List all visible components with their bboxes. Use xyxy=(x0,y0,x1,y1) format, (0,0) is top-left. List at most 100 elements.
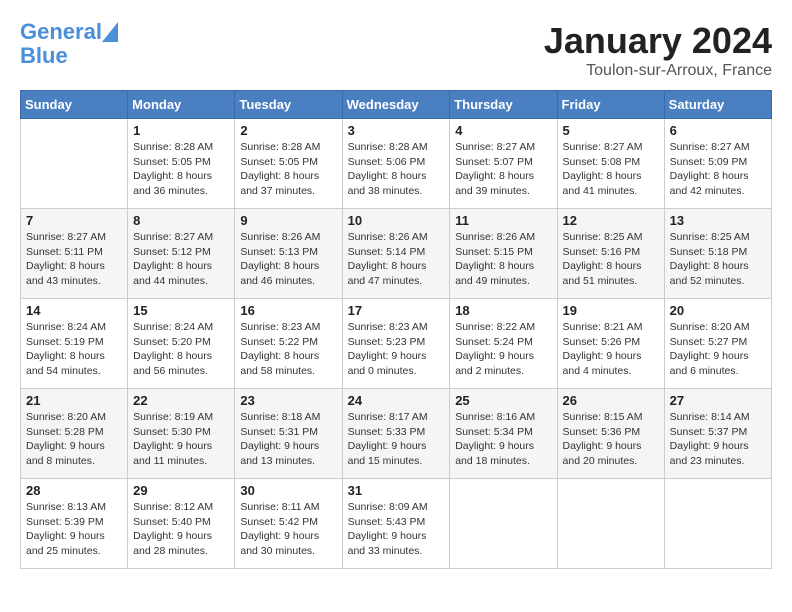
weekday-header-sunday: Sunday xyxy=(21,91,128,119)
calendar-cell: 21Sunrise: 8:20 AM Sunset: 5:28 PM Dayli… xyxy=(21,389,128,479)
day-number: 31 xyxy=(348,483,445,498)
calendar-cell: 5 Sunrise: 8:27 AM Sunset: 5:08 PM Daylig… xyxy=(557,119,664,209)
day-number: 25 xyxy=(455,393,551,408)
day-info: Sunrise: 8:26 AM Sunset: 5:15 PM Dayligh… xyxy=(455,230,551,289)
day-info: Sunrise: 8:24 AM Sunset: 5:19 PM Dayligh… xyxy=(26,320,122,379)
day-number: 13 xyxy=(670,213,766,228)
day-info: Sunrise: 8:20 AM Sunset: 5:27 PM Dayligh… xyxy=(670,320,766,379)
day-info: Sunrise: 8:15 AM Sunset: 5:36 PM Dayligh… xyxy=(563,410,659,469)
day-info: Sunrise: 8:13 AM Sunset: 5:39 PM Dayligh… xyxy=(26,500,122,559)
day-info: Sunrise: 8:28 AM Sunset: 5:05 PM Dayligh… xyxy=(133,140,229,199)
calendar-cell: 11Sunrise: 8:26 AM Sunset: 5:15 PM Dayli… xyxy=(450,209,557,299)
weekday-header-thursday: Thursday xyxy=(450,91,557,119)
week-row-4: 21Sunrise: 8:20 AM Sunset: 5:28 PM Dayli… xyxy=(21,389,772,479)
day-number: 1 xyxy=(133,123,229,138)
calendar-cell: 12 Sunrise: 8:25 AM Sunset: 5:16 PM Dayli… xyxy=(557,209,664,299)
day-info: Sunrise: 8:19 AM Sunset: 5:30 PM Dayligh… xyxy=(133,410,229,469)
calendar-cell: 31 Sunrise: 8:09 AM Sunset: 5:43 PM Dayli… xyxy=(342,479,450,569)
day-info: Sunrise: 8:27 AM Sunset: 5:12 PM Dayligh… xyxy=(133,230,229,289)
header: General Blue January 2024 Toulon-sur-Arr… xyxy=(20,20,772,80)
weekday-header-friday: Friday xyxy=(557,91,664,119)
day-number: 14 xyxy=(26,303,122,318)
calendar-cell: 2 Sunrise: 8:28 AM Sunset: 5:05 PM Daylig… xyxy=(235,119,342,209)
day-number: 4 xyxy=(455,123,551,138)
week-row-1: 1 Sunrise: 8:28 AM Sunset: 5:05 PM Daylig… xyxy=(21,119,772,209)
day-info: Sunrise: 8:14 AM Sunset: 5:37 PM Dayligh… xyxy=(670,410,766,469)
day-number: 23 xyxy=(240,393,336,408)
calendar-cell: 4 Sunrise: 8:27 AM Sunset: 5:07 PM Daylig… xyxy=(450,119,557,209)
calendar-cell xyxy=(21,119,128,209)
week-row-5: 28 Sunrise: 8:13 AM Sunset: 5:39 PM Dayli… xyxy=(21,479,772,569)
day-info: Sunrise: 8:23 AM Sunset: 5:23 PM Dayligh… xyxy=(348,320,445,379)
day-info: Sunrise: 8:09 AM Sunset: 5:43 PM Dayligh… xyxy=(348,500,445,559)
calendar-cell: 29Sunrise: 8:12 AM Sunset: 5:40 PM Dayli… xyxy=(128,479,235,569)
calendar-cell: 27Sunrise: 8:14 AM Sunset: 5:37 PM Dayli… xyxy=(664,389,771,479)
day-number: 17 xyxy=(348,303,445,318)
calendar-cell: 17 Sunrise: 8:23 AM Sunset: 5:23 PM Dayli… xyxy=(342,299,450,389)
calendar-cell: 6 Sunrise: 8:27 AM Sunset: 5:09 PM Daylig… xyxy=(664,119,771,209)
calendar-cell: 8 Sunrise: 8:27 AM Sunset: 5:12 PM Daylig… xyxy=(128,209,235,299)
day-number: 8 xyxy=(133,213,229,228)
day-info: Sunrise: 8:16 AM Sunset: 5:34 PM Dayligh… xyxy=(455,410,551,469)
day-info: Sunrise: 8:18 AM Sunset: 5:31 PM Dayligh… xyxy=(240,410,336,469)
week-row-2: 7Sunrise: 8:27 AM Sunset: 5:11 PM Daylig… xyxy=(21,209,772,299)
calendar-cell: 23 Sunrise: 8:18 AM Sunset: 5:31 PM Dayli… xyxy=(235,389,342,479)
calendar-cell: 19 Sunrise: 8:21 AM Sunset: 5:26 PM Dayli… xyxy=(557,299,664,389)
day-number: 5 xyxy=(563,123,659,138)
day-number: 12 xyxy=(563,213,659,228)
weekday-header-tuesday: Tuesday xyxy=(235,91,342,119)
day-info: Sunrise: 8:22 AM Sunset: 5:24 PM Dayligh… xyxy=(455,320,551,379)
title-area: January 2024 Toulon-sur-Arroux, France xyxy=(544,20,772,80)
day-info: Sunrise: 8:25 AM Sunset: 5:18 PM Dayligh… xyxy=(670,230,766,289)
day-info: Sunrise: 8:27 AM Sunset: 5:07 PM Dayligh… xyxy=(455,140,551,199)
day-info: Sunrise: 8:26 AM Sunset: 5:13 PM Dayligh… xyxy=(240,230,336,289)
calendar-cell: 25 Sunrise: 8:16 AM Sunset: 5:34 PM Dayli… xyxy=(450,389,557,479)
day-number: 28 xyxy=(26,483,122,498)
logo-triangle-icon xyxy=(102,22,118,42)
day-number: 9 xyxy=(240,213,336,228)
calendar-cell: 9 Sunrise: 8:26 AM Sunset: 5:13 PM Daylig… xyxy=(235,209,342,299)
logo-line1: General xyxy=(20,19,102,44)
day-info: Sunrise: 8:27 AM Sunset: 5:09 PM Dayligh… xyxy=(670,140,766,199)
logo-text: General xyxy=(20,20,102,44)
day-info: Sunrise: 8:25 AM Sunset: 5:16 PM Dayligh… xyxy=(563,230,659,289)
location-title: Toulon-sur-Arroux, France xyxy=(544,62,772,80)
day-number: 6 xyxy=(670,123,766,138)
day-info: Sunrise: 8:27 AM Sunset: 5:08 PM Dayligh… xyxy=(563,140,659,199)
day-number: 30 xyxy=(240,483,336,498)
day-info: Sunrise: 8:11 AM Sunset: 5:42 PM Dayligh… xyxy=(240,500,336,559)
calendar-cell: 24 Sunrise: 8:17 AM Sunset: 5:33 PM Dayli… xyxy=(342,389,450,479)
calendar-cell: 30 Sunrise: 8:11 AM Sunset: 5:42 PM Dayli… xyxy=(235,479,342,569)
day-info: Sunrise: 8:23 AM Sunset: 5:22 PM Dayligh… xyxy=(240,320,336,379)
calendar-cell: 16Sunrise: 8:23 AM Sunset: 5:22 PM Dayli… xyxy=(235,299,342,389)
day-number: 24 xyxy=(348,393,445,408)
calendar-cell: 28 Sunrise: 8:13 AM Sunset: 5:39 PM Dayli… xyxy=(21,479,128,569)
month-title: January 2024 xyxy=(544,20,772,62)
calendar-cell: 22Sunrise: 8:19 AM Sunset: 5:30 PM Dayli… xyxy=(128,389,235,479)
day-info: Sunrise: 8:24 AM Sunset: 5:20 PM Dayligh… xyxy=(133,320,229,379)
calendar-cell: 18 Sunrise: 8:22 AM Sunset: 5:24 PM Dayli… xyxy=(450,299,557,389)
calendar-cell: 13 Sunrise: 8:25 AM Sunset: 5:18 PM Dayli… xyxy=(664,209,771,299)
day-info: Sunrise: 8:28 AM Sunset: 5:06 PM Dayligh… xyxy=(348,140,445,199)
weekday-header-wednesday: Wednesday xyxy=(342,91,450,119)
day-number: 26 xyxy=(563,393,659,408)
day-number: 15 xyxy=(133,303,229,318)
day-number: 18 xyxy=(455,303,551,318)
calendar-cell: 1 Sunrise: 8:28 AM Sunset: 5:05 PM Daylig… xyxy=(128,119,235,209)
day-info: Sunrise: 8:20 AM Sunset: 5:28 PM Dayligh… xyxy=(26,410,122,469)
day-number: 2 xyxy=(240,123,336,138)
weekday-header-saturday: Saturday xyxy=(664,91,771,119)
day-number: 19 xyxy=(563,303,659,318)
calendar-table: SundayMondayTuesdayWednesdayThursdayFrid… xyxy=(20,90,772,569)
weekday-header-row: SundayMondayTuesdayWednesdayThursdayFrid… xyxy=(21,91,772,119)
calendar-cell: 15 Sunrise: 8:24 AM Sunset: 5:20 PM Dayli… xyxy=(128,299,235,389)
day-info: Sunrise: 8:27 AM Sunset: 5:11 PM Dayligh… xyxy=(26,230,122,289)
calendar-cell xyxy=(664,479,771,569)
day-info: Sunrise: 8:17 AM Sunset: 5:33 PM Dayligh… xyxy=(348,410,445,469)
calendar-cell: 14 Sunrise: 8:24 AM Sunset: 5:19 PM Dayli… xyxy=(21,299,128,389)
day-info: Sunrise: 8:28 AM Sunset: 5:05 PM Dayligh… xyxy=(240,140,336,199)
day-info: Sunrise: 8:12 AM Sunset: 5:40 PM Dayligh… xyxy=(133,500,229,559)
day-info: Sunrise: 8:21 AM Sunset: 5:26 PM Dayligh… xyxy=(563,320,659,379)
day-number: 3 xyxy=(348,123,445,138)
day-info: Sunrise: 8:26 AM Sunset: 5:14 PM Dayligh… xyxy=(348,230,445,289)
